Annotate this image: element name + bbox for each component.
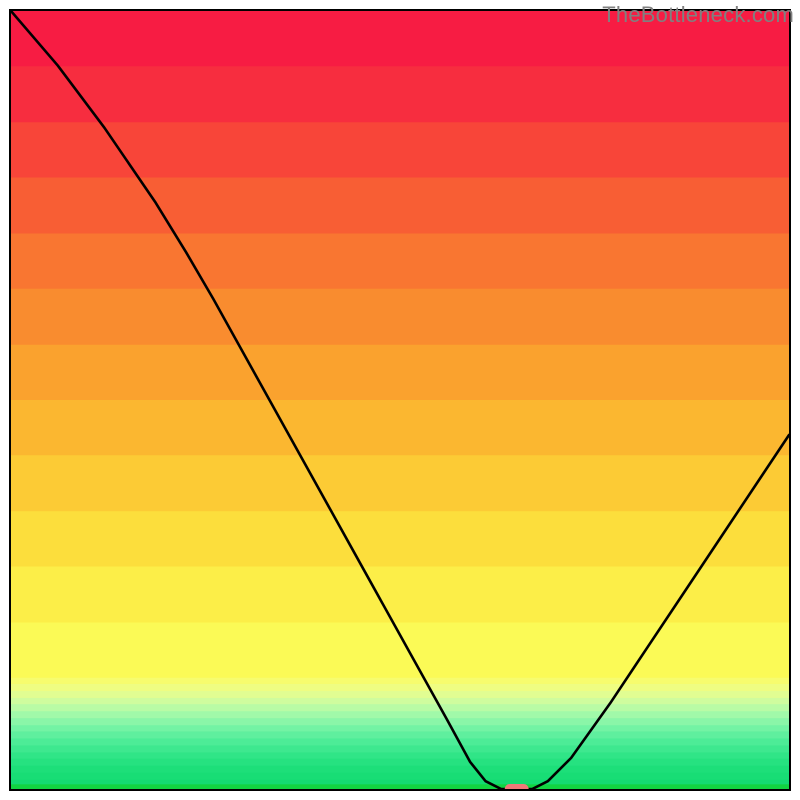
chart-background: [11, 11, 789, 789]
watermark-text: TheBottleneck.com: [602, 2, 794, 28]
bottleneck-chart: TheBottleneck.com: [0, 0, 800, 800]
